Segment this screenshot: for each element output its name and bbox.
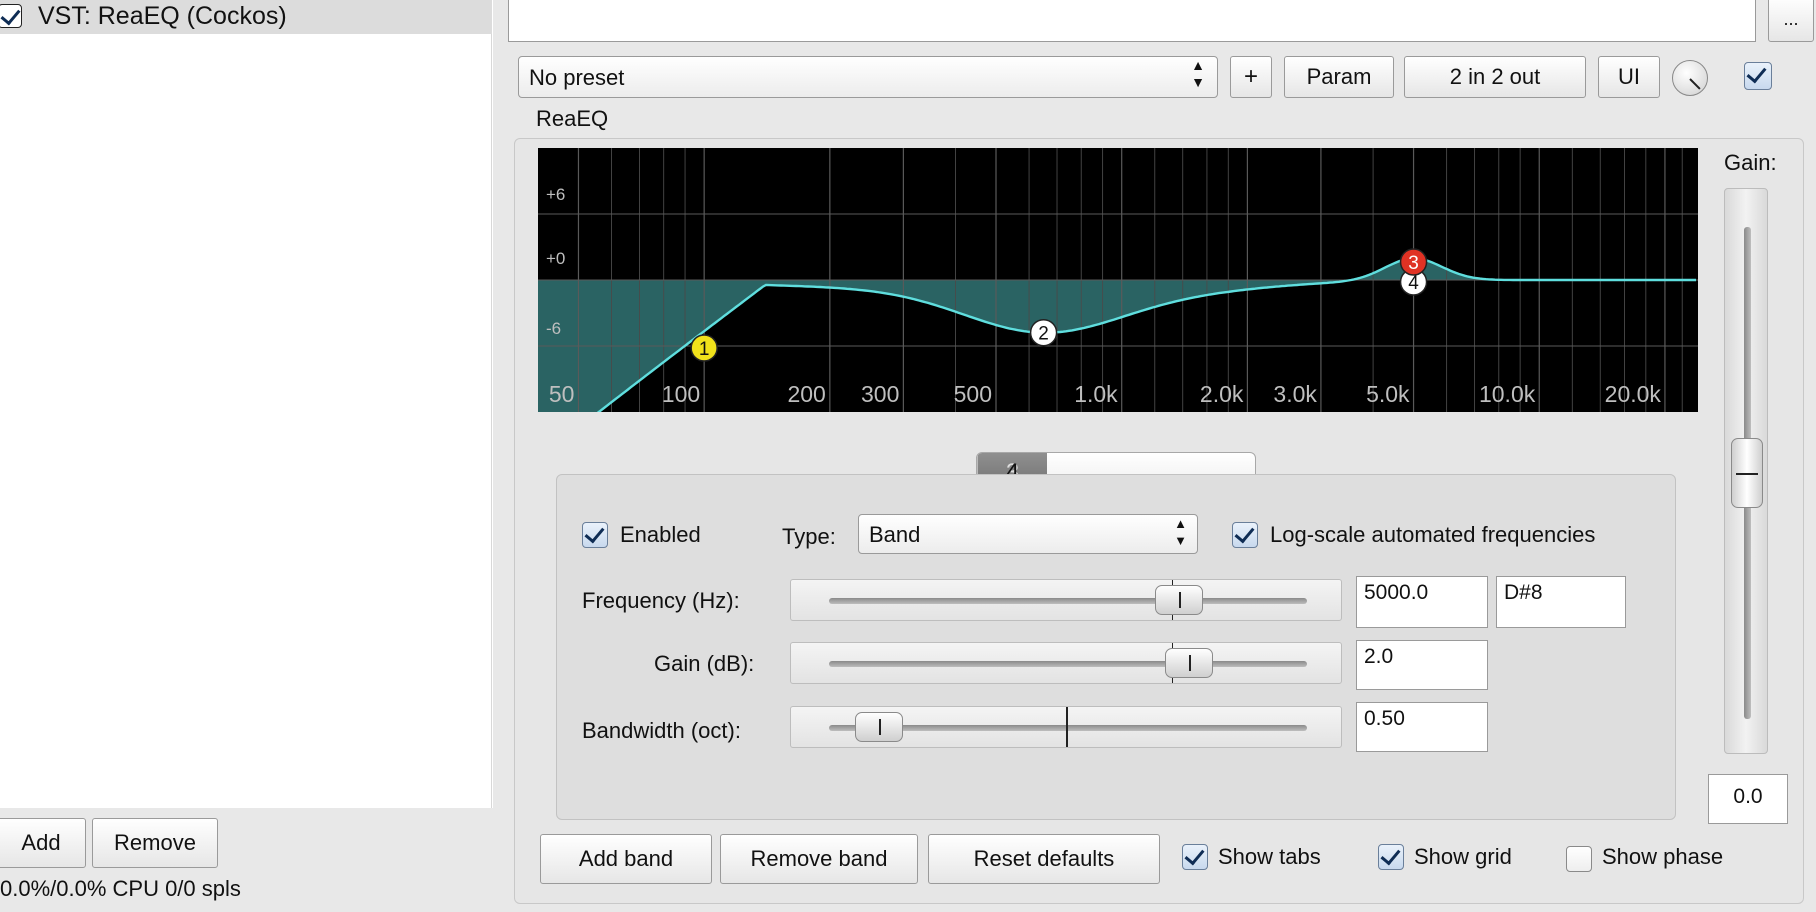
more-button[interactable]: ... bbox=[1768, 0, 1814, 42]
fx-item-label: VST: ReaEQ (Cockos) bbox=[38, 2, 287, 30]
bandwidth-slider-thumb[interactable] bbox=[855, 712, 903, 742]
add-preset-button[interactable]: + bbox=[1230, 56, 1272, 98]
io-routing-button[interactable]: 2 in 2 out bbox=[1404, 56, 1586, 98]
fx-list-panel bbox=[0, 0, 492, 808]
show-grid-label: Show grid bbox=[1414, 844, 1512, 869]
freq-label: 20.0k bbox=[1605, 381, 1662, 407]
bandwidth-value-field[interactable]: 0.50 bbox=[1356, 702, 1488, 752]
log-scale-checkbox[interactable] bbox=[1232, 522, 1258, 548]
show-grid-checkbox[interactable] bbox=[1378, 844, 1404, 870]
freq-label: 100 bbox=[662, 381, 700, 407]
freq-label: 5.0k bbox=[1366, 381, 1410, 407]
freq-label: 300 bbox=[861, 381, 899, 407]
gain-slider[interactable] bbox=[1724, 188, 1768, 754]
freq-label: 10.0k bbox=[1479, 381, 1536, 407]
gain-label: Gain: bbox=[1724, 150, 1777, 175]
plugin-title: ReaEQ bbox=[536, 106, 609, 131]
wet-knob[interactable] bbox=[1672, 60, 1708, 96]
band-type-value: Band bbox=[869, 522, 921, 547]
frequency-slider-thumb[interactable] bbox=[1155, 585, 1203, 615]
fx-name-field[interactable] bbox=[508, 0, 1756, 42]
freq-label: 2.0k bbox=[1200, 381, 1244, 407]
cpu-status: 0.0%/0.0% CPU 0/0 spls bbox=[0, 876, 241, 901]
reset-defaults-button[interactable]: Reset defaults bbox=[928, 834, 1160, 884]
add-band-button[interactable]: Add band bbox=[540, 834, 712, 884]
freq-label: 500 bbox=[954, 381, 992, 407]
band-gain-slider[interactable] bbox=[790, 642, 1342, 684]
frequency-note-field[interactable]: D#8 bbox=[1496, 576, 1626, 628]
show-phase-checkbox[interactable] bbox=[1566, 846, 1592, 872]
log-scale-label: Log-scale automated frequencies bbox=[1270, 522, 1596, 547]
fx-enable-checkbox[interactable] bbox=[0, 4, 22, 28]
eq-graph[interactable]: +6 +0 -6 50 100 200 300 500 1.0k 2.0k 3.0k 5.0k 10.0… bbox=[538, 148, 1698, 412]
band-type-select[interactable]: Band ▲ ▼ bbox=[858, 514, 1198, 554]
freq-label: 200 bbox=[787, 381, 825, 407]
preset-value: No preset bbox=[529, 65, 625, 90]
gain-value-field[interactable]: 0.0 bbox=[1708, 774, 1788, 824]
bandwidth-slider[interactable] bbox=[790, 706, 1342, 748]
band-marker-label: 3 bbox=[1408, 253, 1419, 274]
remove-fx-button[interactable]: Remove bbox=[92, 818, 218, 868]
freq-label: 1.0k bbox=[1074, 381, 1118, 407]
db-label: -6 bbox=[546, 319, 561, 338]
bypass-checkbox[interactable] bbox=[1744, 62, 1772, 90]
freq-label: 50 bbox=[549, 381, 575, 407]
frequency-value-field[interactable]: 5000.0 bbox=[1356, 576, 1488, 628]
type-label: Type: bbox=[782, 524, 836, 549]
updown-arrows-icon: ▲ ▼ bbox=[1191, 57, 1205, 90]
db-label: +0 bbox=[546, 249, 565, 268]
frequency-label: Frequency (Hz): bbox=[582, 588, 740, 613]
band-enabled-label: Enabled bbox=[620, 522, 701, 547]
freq-label: 3.0k bbox=[1273, 381, 1317, 407]
param-button[interactable]: Param bbox=[1284, 56, 1394, 98]
preset-select[interactable]: No preset ▲ ▼ bbox=[518, 56, 1218, 98]
gain-slider-thumb[interactable] bbox=[1731, 438, 1763, 508]
updown-arrows-icon: ▲ ▼ bbox=[1174, 516, 1187, 548]
add-fx-button[interactable]: Add bbox=[0, 818, 86, 868]
remove-band-button[interactable]: Remove band bbox=[720, 834, 918, 884]
band-marker-label: 2 bbox=[1038, 324, 1049, 345]
show-phase-label: Show phase bbox=[1602, 844, 1724, 869]
frequency-slider[interactable] bbox=[790, 579, 1342, 621]
show-tabs-label: Show tabs bbox=[1218, 844, 1321, 869]
band-enabled-checkbox[interactable] bbox=[582, 522, 608, 548]
db-label: +6 bbox=[546, 185, 565, 204]
band-marker-label: 1 bbox=[699, 339, 710, 360]
band-marker-label: 4 bbox=[1408, 273, 1419, 294]
show-tabs-checkbox[interactable] bbox=[1182, 844, 1208, 870]
bandwidth-label: Bandwidth (oct): bbox=[582, 718, 741, 743]
band-gain-slider-thumb[interactable] bbox=[1165, 648, 1213, 678]
fx-list-item[interactable]: VST: ReaEQ (Cockos) bbox=[0, 0, 492, 34]
band-gain-value-field[interactable]: 2.0 bbox=[1356, 640, 1488, 690]
band-gain-label: Gain (dB): bbox=[654, 651, 755, 676]
ui-button[interactable]: UI bbox=[1598, 56, 1660, 98]
